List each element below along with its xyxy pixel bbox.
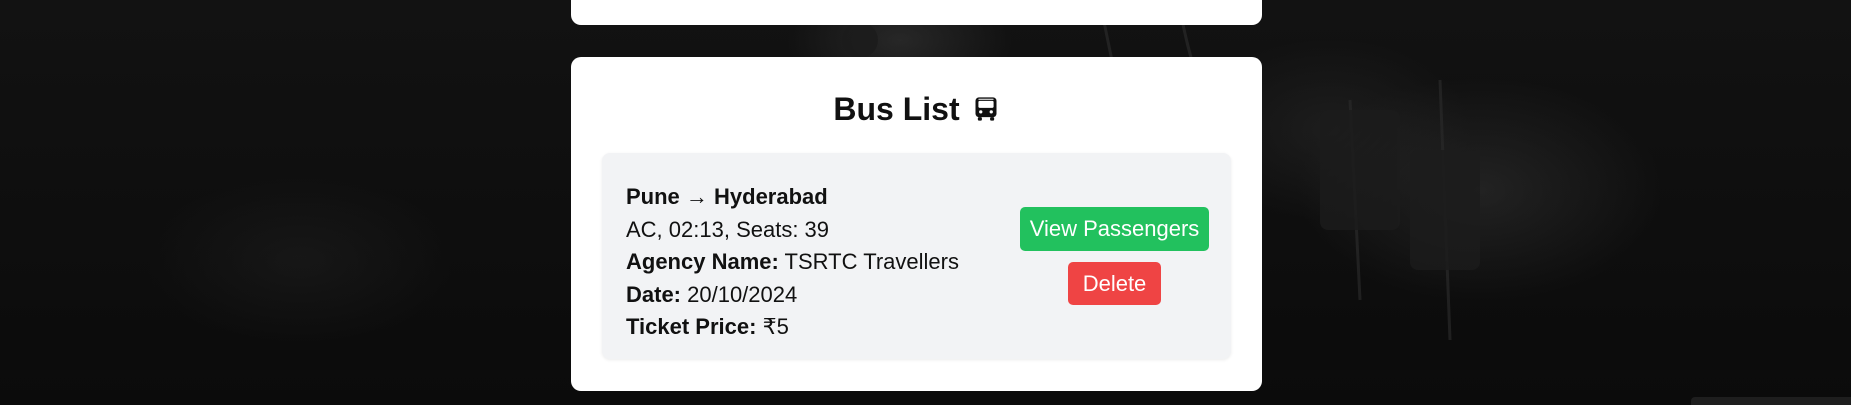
bus-list-card: Bus List Pune → Hyderabad AC, 02:13, Sea… [571, 57, 1262, 391]
bus-actions: View Passengers Delete [1020, 153, 1209, 359]
agency-row: Agency Name: TSRTC Travellers [626, 246, 959, 279]
agency-value: TSRTC Travellers [778, 249, 959, 274]
view-passengers-button[interactable]: View Passengers [1020, 207, 1209, 251]
date-value: 20/10/2024 [681, 281, 798, 307]
previous-card [571, 0, 1262, 25]
bus-route: Pune → Hyderabad [626, 184, 828, 209]
bus-list-title-text: Bus List [833, 91, 960, 127]
date-row: Date: 20/10/2024 [626, 279, 959, 312]
delete-button[interactable]: Delete [1068, 262, 1161, 305]
watermark [1691, 397, 1851, 405]
bus-list-item: Pune → Hyderabad AC, 02:13, Seats: 39 Ag… [602, 153, 1231, 359]
price-row: Ticket Price: ₹5 [626, 311, 959, 344]
bus-details: AC, 02:13, Seats: 39 [626, 216, 830, 242]
price-value: ₹5 [756, 314, 789, 339]
date-label: Date: [626, 281, 682, 307]
bus-icon [975, 97, 997, 121]
bus-info: Pune → Hyderabad AC, 02:13, Seats: 39 Ag… [626, 181, 959, 344]
bus-list-title: Bus List [571, 93, 1262, 125]
agency-label: Agency Name: [626, 249, 779, 274]
price-label: Ticket Price: [626, 314, 757, 339]
